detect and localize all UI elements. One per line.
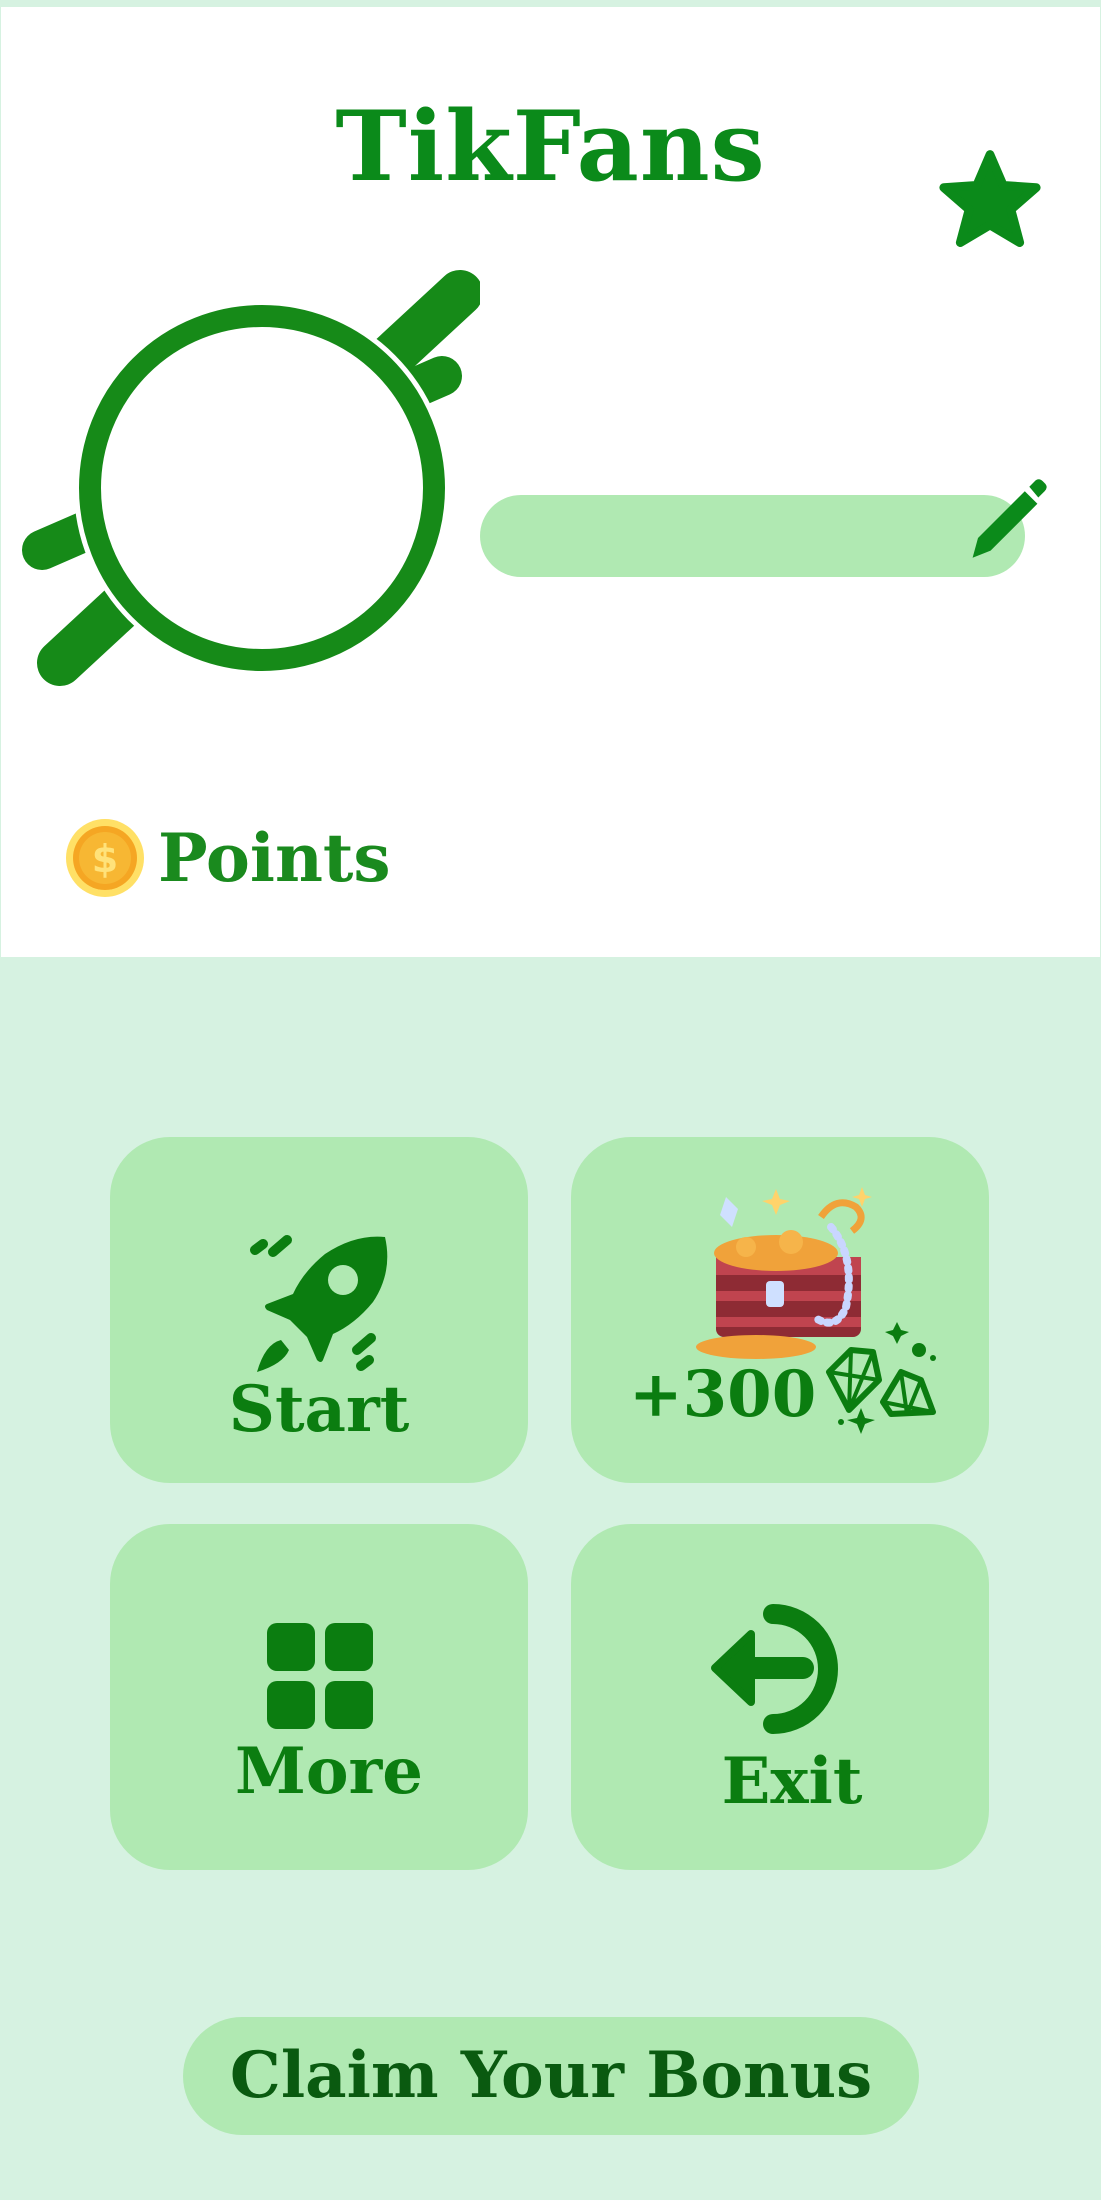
diamond-icon <box>826 1322 936 1434</box>
exit-arrow-icon <box>711 1604 838 1734</box>
grid-icon <box>267 1623 373 1729</box>
more-label: More <box>235 1734 423 1809</box>
coin-icon: $ <box>66 819 144 897</box>
top-strip <box>0 0 1101 7</box>
reward-label: +300 <box>629 1357 817 1432</box>
start-label: Start <box>228 1372 410 1447</box>
avatar[interactable] <box>20 268 480 688</box>
more-button[interactable]: More <box>110 1524 528 1870</box>
points-label: Points <box>158 819 391 897</box>
reward-button[interactable]: +300 <box>571 1137 989 1483</box>
planet-avatar-icon <box>22 270 480 686</box>
rocket-icon <box>250 1235 388 1372</box>
start-button[interactable]: Start <box>110 1137 528 1483</box>
svg-text:$: $ <box>92 837 118 881</box>
username-field[interactable] <box>480 495 1025 577</box>
exit-button[interactable]: Exit <box>571 1524 989 1870</box>
star-icon[interactable] <box>935 148 1045 258</box>
claim-bonus-label: Claim Your Bonus <box>229 2038 873 2113</box>
pencil-icon[interactable] <box>960 475 1050 565</box>
claim-bonus-button[interactable]: Claim Your Bonus <box>183 2017 919 2135</box>
exit-label: Exit <box>721 1744 863 1819</box>
